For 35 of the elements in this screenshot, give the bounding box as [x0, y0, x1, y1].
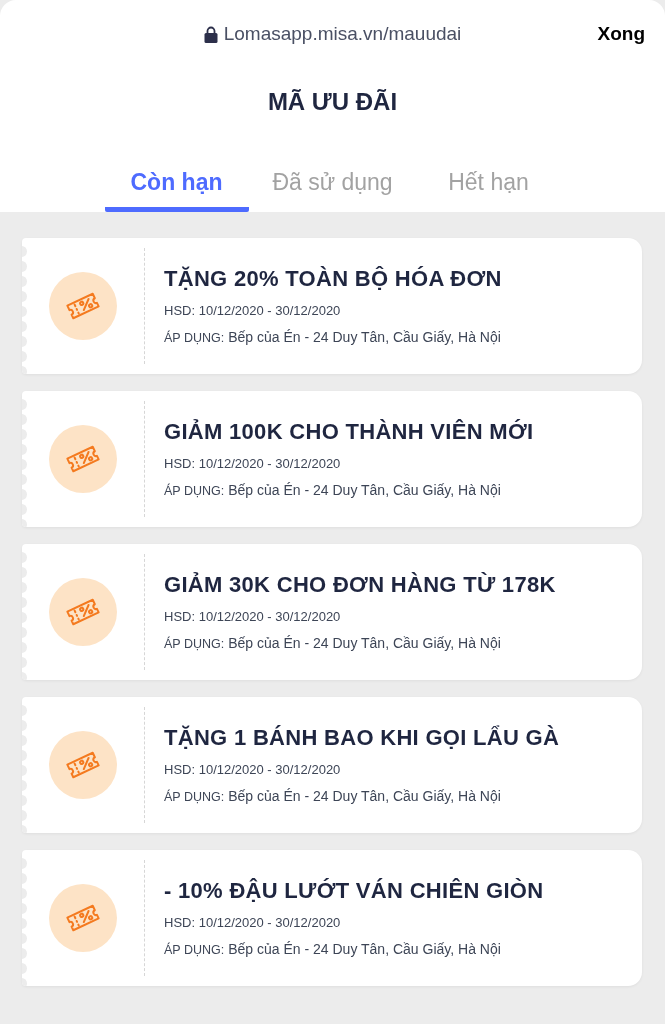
voucher-card[interactable]: TẶNG 20% TOÀN BỘ HÓA ĐƠN HSD: 10/12/2020 - 30/12/2020 ÁP DỤNG: Bếp của Én - 24 Duy Tân, Cầu Giấy, Hà Nội — [22, 238, 642, 374]
voucher-card[interactable]: TẶNG 1 BÁNH BAO KHI GỌI LẨU GÀ HSD: 10/12/2020 - 30/12/2020 ÁP DỤNG: Bếp của Én - 24 Duy Tân, Cầu Giấy, Hà Nội — [22, 697, 642, 833]
validity-dates: HSD: 10/12/2020 - 30/12/2020 — [164, 455, 342, 473]
lock-icon — [203, 25, 218, 43]
validity-dates: HSD: 10/12/2020 - 30/12/2020 — [164, 914, 342, 932]
applies-location: Bếp của Én - 24 Duy Tân, Cầu Giấy, Hà Nội — [228, 786, 501, 806]
applies-label: ÁP DỤNG: — [164, 941, 225, 959]
ticket-icon — [65, 597, 101, 627]
page-url: Lomasapp.misa.vn/mauudai — [223, 21, 462, 46]
applies-location: Bếp của Én - 24 Duy Tân, Cầu Giấy, Hà Nội — [228, 633, 501, 653]
voucher-title: TẶNG 1 BÁNH BAO KHI GỌI LẨU GÀ — [164, 723, 560, 751]
voucher-card[interactable]: GIẢM 100K CHO THÀNH VIÊN MỚI HSD: 10/12/2020 - 30/12/2020 ÁP DỤNG: Bếp của Én - 24 Duy Tân, Cầu Giấy, Hà Nội — [22, 391, 642, 527]
voucher-card[interactable]: - 10% ĐẬU LƯỚT VÁN CHIÊN GIÒN HSD: 10/12/2020 - 30/12/2020 ÁP DỤNG: Bếp của Én - 24 Duy Tân, Cầu Giấy, Hà Nội — [22, 850, 642, 986]
voucher-title: GIẢM 30K CHO ĐƠN HÀNG TỪ 178K — [164, 570, 556, 598]
validity-dates: HSD: 10/12/2020 - 30/12/2020 — [164, 608, 342, 626]
applies-location: Bếp của Én - 24 Duy Tân, Cầu Giấy, Hà Nội — [228, 480, 501, 500]
applies-label: ÁP DỤNG: — [164, 482, 225, 500]
applies-location: Bếp của Én - 24 Duy Tân, Cầu Giấy, Hà Nội — [228, 939, 501, 959]
ticket-icon — [65, 444, 101, 474]
voucher-title: - 10% ĐẬU LƯỚT VÁN CHIÊN GIÒN — [164, 876, 544, 904]
ticket-icon — [65, 291, 101, 321]
done-button[interactable]: Xong — [597, 20, 645, 49]
applies-label: ÁP DỤNG: — [164, 788, 225, 806]
applies-label: ÁP DỤNG: — [164, 329, 225, 347]
ticket-icon — [65, 750, 101, 780]
validity-dates: HSD: 10/12/2020 - 30/12/2020 — [164, 761, 342, 779]
tab[interactable]: Còn hạn — [104, 157, 249, 212]
validity-dates: HSD: 10/12/2020 - 30/12/2020 — [164, 302, 342, 320]
ticket-icon — [65, 903, 101, 933]
voucher-title: TẶNG 20% TOÀN BỘ HÓA ĐƠN — [164, 264, 502, 292]
voucher-card[interactable]: GIẢM 30K CHO ĐƠN HÀNG TỪ 178K HSD: 10/12/2020 - 30/12/2020 ÁP DỤNG: Bếp của Én - 24 Duy Tân, Cầu Giấy, Hà Nội — [22, 544, 642, 680]
page-title: MÃ ƯU ĐÃI — [266, 87, 399, 117]
voucher-title: GIẢM 100K CHO THÀNH VIÊN MỚI — [164, 417, 534, 445]
applies-location: Bếp của Én - 24 Duy Tân, Cầu Giấy, Hà Nội — [228, 327, 501, 347]
applies-label: ÁP DỤNG: — [164, 635, 225, 653]
